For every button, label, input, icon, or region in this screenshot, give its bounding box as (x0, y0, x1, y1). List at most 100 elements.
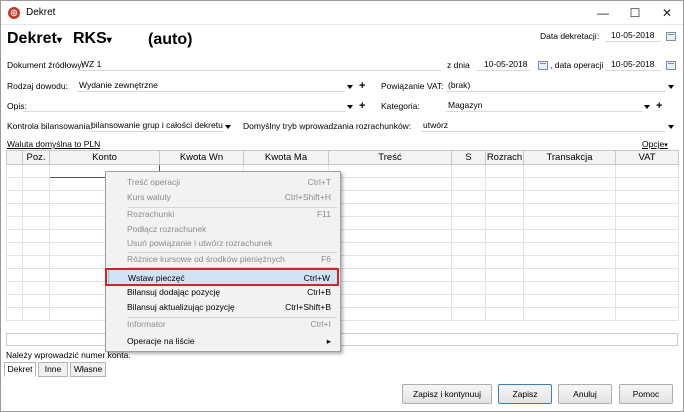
table-cell[interactable] (615, 268, 679, 282)
table-cell[interactable] (485, 307, 524, 321)
table-cell[interactable] (451, 294, 486, 308)
table-cell[interactable] (485, 294, 524, 308)
tab-inne[interactable]: Inne (38, 362, 68, 377)
table-cell[interactable] (6, 268, 23, 282)
table-cell[interactable] (328, 203, 452, 217)
menu-item-informator[interactable]: Informator Ctrl+I (108, 316, 339, 332)
doc-kind-dropdown[interactable]: RKS▾ (73, 30, 112, 48)
table-cell[interactable] (328, 281, 452, 295)
data-operacji-field[interactable]: 10-05-2018 (605, 59, 661, 71)
tab-wlasne[interactable]: Własne (70, 362, 106, 377)
table-cell[interactable] (523, 294, 616, 308)
kontrola-select[interactable]: bilansowanie grup i całości dekretu (89, 120, 223, 132)
table-cell[interactable] (615, 177, 679, 191)
table-cell[interactable] (615, 281, 679, 295)
table-cell[interactable] (451, 281, 486, 295)
table-cell[interactable] (451, 190, 486, 204)
menu-item-bilansuj-dodajac[interactable]: Bilansuj dodając pozycję Ctrl+B (108, 284, 339, 300)
table-cell[interactable] (523, 216, 616, 230)
table-cell[interactable] (485, 164, 524, 178)
table-cell[interactable] (615, 164, 679, 178)
table-cell[interactable] (485, 281, 524, 295)
table-cell[interactable] (451, 229, 486, 243)
table-cell[interactable] (328, 190, 452, 204)
table-cell[interactable] (523, 177, 616, 191)
table-cell[interactable] (6, 203, 23, 217)
table-cell[interactable] (22, 255, 50, 269)
table-cell[interactable] (328, 268, 452, 282)
column-header[interactable]: Kwota Wn (159, 150, 244, 165)
calendar-icon[interactable] (666, 32, 676, 41)
menu-item-usun-powiazanie[interactable]: Usuń powiązanie i utwórz rozrachunek (108, 235, 339, 251)
dokument-zrodlowy-field[interactable]: WZ 1 (79, 59, 441, 71)
table-cell[interactable] (6, 242, 23, 256)
dropdown-arrow-icon[interactable] (225, 125, 231, 129)
table-cell[interactable] (22, 177, 50, 191)
table-cell[interactable] (451, 242, 486, 256)
calendar-icon[interactable] (666, 61, 676, 70)
table-cell[interactable] (6, 177, 23, 191)
column-header[interactable]: Treść (328, 150, 452, 165)
table-cell[interactable] (523, 281, 616, 295)
maximize-icon[interactable]: ☐ (619, 1, 651, 25)
table-cell[interactable] (6, 216, 23, 230)
table-cell[interactable] (451, 177, 486, 191)
help-button[interactable]: Pomoc (619, 384, 673, 404)
save-and-continue-button[interactable]: Zapisz i kontynuuj (402, 384, 492, 404)
table-cell[interactable] (485, 229, 524, 243)
table-cell[interactable] (328, 177, 452, 191)
table-cell[interactable] (615, 294, 679, 308)
table-cell[interactable] (22, 268, 50, 282)
column-header[interactable]: Rozrach (485, 150, 524, 165)
table-cell[interactable] (523, 268, 616, 282)
table-cell[interactable] (22, 307, 50, 321)
z-dnia-field[interactable]: 10-05-2018 (476, 59, 530, 71)
table-cell[interactable] (328, 307, 452, 321)
tryb-select[interactable]: utwórz (421, 120, 665, 132)
table-cell[interactable] (485, 177, 524, 191)
table-cell[interactable] (615, 190, 679, 204)
table-cell[interactable] (328, 242, 452, 256)
table-cell[interactable] (615, 255, 679, 269)
dropdown-arrow-icon[interactable] (644, 105, 650, 109)
table-cell[interactable] (328, 229, 452, 243)
tab-dekret[interactable]: Dekret (4, 362, 36, 377)
table-cell[interactable] (22, 242, 50, 256)
menu-item-bilansuj-aktualizujac[interactable]: Bilansuj aktualizując pozycję Ctrl+Shift+… (108, 299, 339, 315)
cancel-button[interactable]: Anuluj (558, 384, 612, 404)
table-cell[interactable] (328, 255, 452, 269)
table-cell[interactable] (328, 294, 452, 308)
menu-item-kurs-waluty[interactable]: Kurs waluty Ctrl+Shift+H (108, 189, 339, 205)
opcje-link[interactable]: Opcje▾ (642, 139, 668, 149)
table-cell[interactable] (615, 203, 679, 217)
menu-item-operacje-na-liscie[interactable]: Operacje na liście ▸ (108, 333, 339, 349)
table-cell[interactable] (451, 255, 486, 269)
table-cell[interactable] (485, 190, 524, 204)
table-cell[interactable] (22, 216, 50, 230)
dropdown-arrow-icon[interactable] (668, 85, 674, 89)
table-cell[interactable] (615, 229, 679, 243)
table-cell[interactable] (6, 229, 23, 243)
add-icon[interactable]: + (359, 101, 365, 112)
kategoria-select[interactable]: Magazyn (446, 100, 642, 112)
dropdown-arrow-icon[interactable] (347, 105, 353, 109)
opis-field[interactable] (23, 100, 345, 112)
table-cell[interactable] (523, 190, 616, 204)
column-header[interactable] (6, 150, 23, 165)
table-cell[interactable] (451, 216, 486, 230)
calendar-icon[interactable] (538, 61, 548, 70)
table-cell[interactable] (328, 164, 452, 178)
table-cell[interactable] (485, 255, 524, 269)
table-cell[interactable] (523, 242, 616, 256)
add-icon[interactable]: + (359, 81, 365, 92)
table-cell[interactable] (22, 294, 50, 308)
table-cell[interactable] (6, 307, 23, 321)
table-cell[interactable] (22, 281, 50, 295)
rodzaj-dowodu-select[interactable]: Wydanie zewnętrzne (77, 80, 345, 92)
column-header[interactable]: Transakcja (523, 150, 616, 165)
menu-item-roznice-kursowe[interactable]: Różnice kursowe od środków pieniężnych F6 (108, 251, 339, 267)
powiazanie-vat-select[interactable]: (brak) (446, 80, 666, 92)
table-cell[interactable] (523, 307, 616, 321)
close-icon[interactable]: ✕ (651, 1, 683, 25)
table-cell[interactable] (6, 281, 23, 295)
